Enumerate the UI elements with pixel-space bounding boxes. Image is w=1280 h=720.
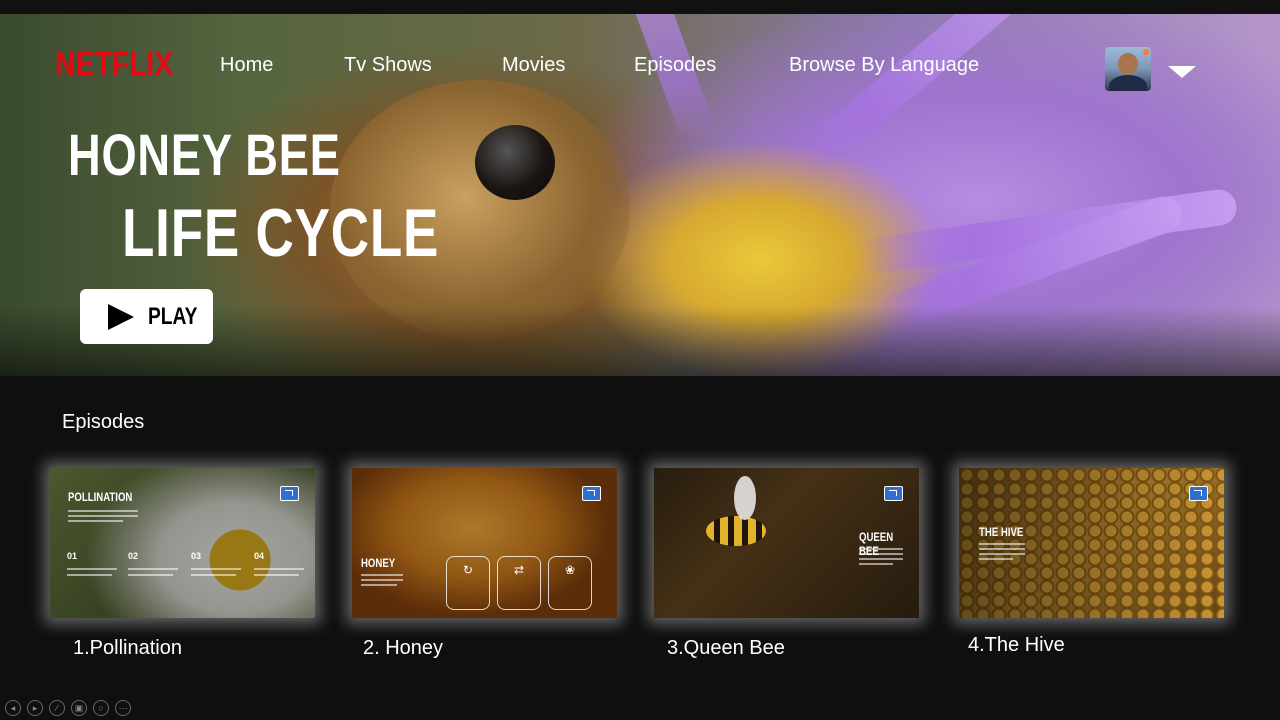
play-button-label: PLAY <box>148 302 198 330</box>
episode-card-the-hive[interactable]: THE HIVE <box>959 468 1224 618</box>
thumbnail-text-line <box>361 574 403 576</box>
thumbnail-number: 01 <box>67 551 78 561</box>
episode-card-honey[interactable]: HONEY ↻ ⇄ ❀ <box>352 468 617 618</box>
nav-browse-by-language[interactable]: Browse By Language <box>789 54 979 77</box>
caret-down-icon[interactable] <box>1168 66 1196 78</box>
thumbnail-number: 02 <box>128 551 139 561</box>
thumbnail-text-line <box>979 548 1025 550</box>
expand-icon <box>884 486 903 501</box>
thumbnail-text-line <box>191 568 241 570</box>
episode-label-pollination[interactable]: 1.Pollination <box>73 637 182 660</box>
thumbnail-title: THE HIVE <box>979 525 1024 539</box>
hero-title-line2: LIFE CYCLE <box>122 195 440 271</box>
thumbnail-text-line <box>859 548 903 550</box>
thumbnail-text-line <box>191 574 236 576</box>
queen-bee-wing <box>734 476 756 520</box>
more-icon[interactable]: ⋯ <box>115 700 131 716</box>
thumbnail-text-line <box>128 574 173 576</box>
nav-episodes[interactable]: Episodes <box>634 54 716 77</box>
expand-icon <box>1189 486 1208 501</box>
swap-icon: ⇄ <box>497 556 541 610</box>
presentation-toolbar: ◂ ▸ ∕ ▣ ○ ⋯ <box>5 700 131 716</box>
nav-movies[interactable]: Movies <box>502 54 565 77</box>
pen-icon[interactable]: ∕ <box>49 700 65 716</box>
thumbnail-text-line <box>859 563 893 565</box>
episode-label-the-hive[interactable]: 4.The Hive <box>968 634 1065 657</box>
thumbnail-text-line <box>859 558 903 560</box>
brain-icon: ❀ <box>548 556 592 610</box>
thumbnail-text-line <box>979 558 1013 560</box>
avatar-status-dot <box>1143 49 1149 55</box>
episodes-section-title: Episodes <box>62 411 145 433</box>
episode-label-queen-bee[interactable]: 3.Queen Bee <box>667 637 785 660</box>
user-avatar[interactable] <box>1105 47 1151 91</box>
thumbnail-text-line <box>254 568 304 570</box>
episode-label-honey[interactable]: 2. Honey <box>363 637 443 660</box>
thumbnail-text-line <box>859 553 903 555</box>
refresh-icon: ↻ <box>446 556 490 610</box>
thumbnail-text-line <box>361 579 403 581</box>
episode-card-pollination[interactable]: POLLINATION 01 02 03 04 <box>50 468 315 618</box>
hero-top-band <box>0 0 1280 14</box>
thumbnail-text-line <box>68 520 123 522</box>
netflix-logo[interactable]: NETFLIX <box>55 45 173 83</box>
hero-flower-petal <box>788 0 1042 182</box>
thumbnail-text-line <box>361 584 397 586</box>
thumbnail-text-line <box>128 568 178 570</box>
next-icon[interactable]: ▸ <box>27 700 43 716</box>
hero-title-line1: HONEY BEE <box>68 123 341 188</box>
episode-card-queen-bee[interactable]: QUEEN BEE <box>654 468 919 618</box>
hero-bee-eye <box>475 125 555 200</box>
thumbnail-text-line <box>979 553 1025 555</box>
nav-home[interactable]: Home <box>220 54 273 77</box>
play-button[interactable]: PLAY <box>80 289 213 344</box>
thumbnail-text-line <box>67 568 117 570</box>
thumbnail-text-line <box>68 510 138 512</box>
avatar-head <box>1118 53 1138 75</box>
avatar-shoulders <box>1109 75 1147 91</box>
thumbnail-text-line <box>67 574 112 576</box>
zoom-icon[interactable]: ○ <box>93 700 109 716</box>
thumbnail-text-line <box>68 515 138 517</box>
thumbnail-text-line <box>979 543 1025 545</box>
expand-icon <box>280 486 299 501</box>
thumbnail-title: HONEY <box>361 556 396 570</box>
expand-icon <box>582 486 601 501</box>
slides-icon[interactable]: ▣ <box>71 700 87 716</box>
nav-tv-shows[interactable]: Tv Shows <box>344 54 432 77</box>
thumbnail-text-line <box>254 574 299 576</box>
thumbnail-title: POLLINATION <box>68 490 133 504</box>
previous-icon[interactable]: ◂ <box>5 700 21 716</box>
play-icon <box>108 303 134 330</box>
thumbnail-number: 04 <box>254 551 265 561</box>
thumbnail-number: 03 <box>191 551 202 561</box>
queen-bee-image <box>706 516 766 546</box>
